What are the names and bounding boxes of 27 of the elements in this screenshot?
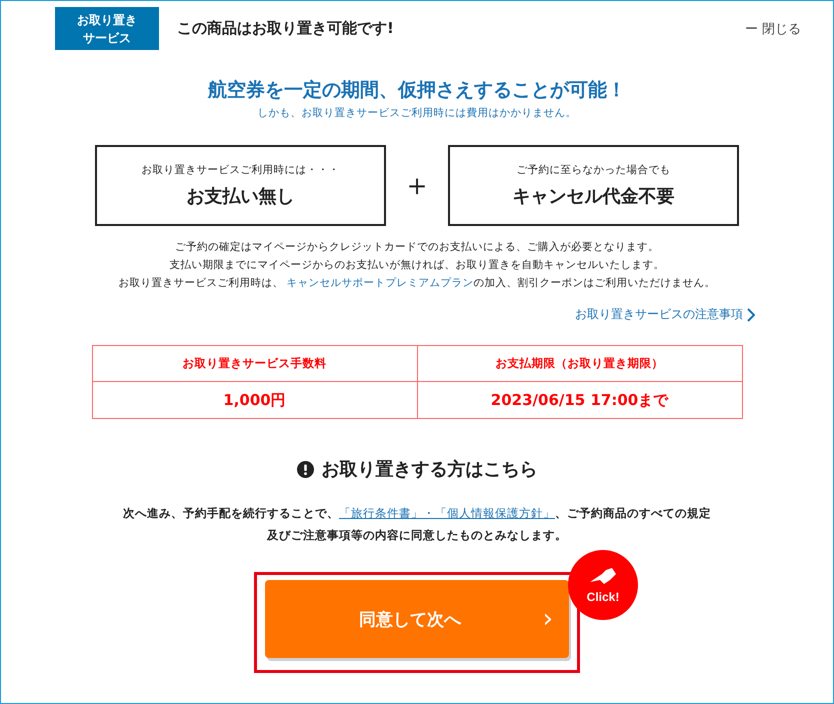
caution-link[interactable]: お取り置きサービスの注意事項 [575,306,755,323]
benefit-caption: お取り置きサービスご利用時には・・・ [142,163,340,177]
headline: 航空券を一定の期間、仮押さえすることが可能！ [208,78,626,103]
table-header: お取り置きサービス手数料 [92,346,417,382]
benefit-title: お支払い無し [186,185,294,208]
section-title: お取り置きする方はこちら [322,458,538,481]
benefit-title: キャンセル代金不要 [512,185,674,208]
table-cell: 2023/06/15 17:00まで [417,382,742,418]
terms-link[interactable]: 「旅行条件書」・「個人情報保護方針」 [339,506,555,520]
badge-label: サービス [83,30,131,46]
badge-label: お取り置き [77,12,137,28]
click-label: Click! [586,590,620,604]
note-text: 支払い期限までにマイページからのお支払いが無ければ、お取り置きを自動キャンセルいたします。 [170,258,664,273]
note-text: お取り置きサービスご利用時は、 キャンセルサポートプレミアムプランの加入、割引クーポンはご利用いただけません。 [118,276,716,291]
agreement-text: 次へ進み、予約手配を続行することで、「旅行条件書」・「個人情報保護方針」、ご予約商品のすべての規定 及びご注意事項等の内容に同意したものとみなします。 [123,505,711,544]
chevron-icon [747,308,755,322]
notice-title: この商品はお取り置き可能です! [177,19,395,38]
plus-sign: ＋ [401,167,433,205]
benefit-caption: ご予約に至らなかった場合でも [516,163,670,177]
exclamation-icon [296,460,314,478]
table-header: お支払期限（お取り置き期限） [417,346,742,382]
subheadline: しかも、お取り置きサービスご利用時には費用はかかりません。 [258,106,576,120]
plan-link[interactable]: キャンセルサポートプレミアムプラン [286,277,474,289]
agree-next-button[interactable]: 同意して次へ › [265,580,569,658]
close-link[interactable]: ー 閉じる [745,20,801,38]
table-cell: 1,000円 [92,382,417,418]
note-text: ご予約の確定はマイページからクレジットカードでのお支払いによる、ご購入が必要となります。 [175,240,659,255]
